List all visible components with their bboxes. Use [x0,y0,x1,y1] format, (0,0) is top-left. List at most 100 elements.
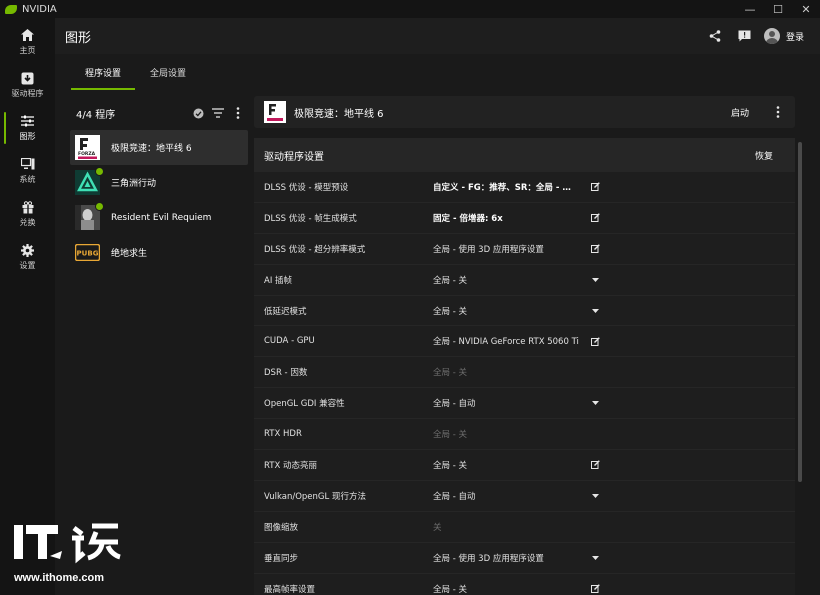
optimize-all-icon[interactable] [188,103,208,123]
watermark-url: www.ithome.com [14,572,105,584]
maximize-button[interactable]: ☐ [764,0,792,18]
setting-value: 全局 - 关 [433,460,467,471]
pubg-game-icon: PUBG [75,240,100,265]
scrollbar-thumb[interactable] [798,142,802,482]
driver-settings-panel: 驱动程序设置 恢复 DLSS 优设 - 模型预设 自定义 - FG：推荐、SR：全… [254,138,795,595]
setting-row[interactable]: OpenGL GDI 兼容性 全局 - 自动 [254,388,795,420]
program-count: 4/4 程序 [76,109,116,121]
setting-label: OpenGL GDI 兼容性 [264,399,345,410]
setting-value: 固定 - 倍增器: 6x [433,213,503,224]
program-name: Resident Evil Requiem [111,212,212,223]
setting-row: DSR - 因数 全局 - 关 [254,357,795,389]
edit-icon[interactable] [590,244,600,254]
window-controls: — ☐ ✕ [736,0,820,18]
selected-game-card: 极限竞速：地平线 6 启动 [254,96,795,128]
close-button[interactable]: ✕ [792,0,820,18]
setting-row: 图像缩放 关 [254,512,795,543]
setting-value: 全局 - 关 [433,368,467,379]
home-icon [21,28,35,42]
driver-settings-header: 驱动程序设置 恢复 [254,138,795,172]
setting-row[interactable]: AI 插帧 全局 - 关 [254,265,795,296]
filter-icon[interactable] [208,103,228,123]
edit-icon[interactable] [590,213,600,223]
setting-row[interactable]: RTX 动态亮丽 全局 - 关 [254,450,795,481]
chevron-down-icon[interactable] [590,306,600,316]
chevron-down-icon[interactable] [590,398,600,408]
edit-icon[interactable] [590,182,600,192]
nav-item-graphics[interactable]: 图形 [0,108,55,148]
nav-item-settings[interactable]: 设置 [0,237,55,277]
tab-global-settings[interactable]: 全局设置 [141,54,195,90]
settings-rows: DLSS 优设 - 模型预设 自定义 - FG：推荐、SR：全局 - 使用 3D … [254,172,795,595]
setting-label: 图像缩放 [264,522,299,533]
driver-settings-title: 驱动程序设置 [264,151,324,163]
nav-item-redeem[interactable]: 兑换 [0,194,55,234]
edit-icon[interactable] [590,336,600,346]
program-item-delta-force[interactable]: 三角洲行动 [70,165,248,200]
program-name: 极限竞速：地平线 6 [111,144,192,154]
program-name: 绝地求生 [111,249,148,259]
setting-label: DLSS 优设 - 超分辨率模式 [264,244,366,255]
setting-row[interactable]: DLSS 优设 - 帧生成模式 固定 - 倍增器: 6x [254,203,795,234]
gear-icon [21,243,35,257]
app-title: NVIDIA [22,3,57,15]
setting-value: 全局 - 关 [433,275,467,286]
tab-bar: 程序设置 全局设置 [55,54,820,90]
setting-label: 最高帧率设置 [264,584,316,595]
setting-value: 全局 - 关 [433,306,467,317]
setting-label: 垂直同步 [264,553,299,564]
tab-program-settings[interactable]: 程序设置 [71,54,135,90]
share-icon[interactable] [704,25,726,47]
optimized-check-icon [95,202,104,211]
setting-label: 低延迟模式 [264,306,307,317]
ithome-logo-icon [14,523,121,564]
nav-item-drivers[interactable]: 驱动程序 [0,65,55,105]
setting-row[interactable]: 最高帧率设置 全局 - 关 [254,574,795,595]
nav-item-system[interactable]: 系统 [0,151,55,191]
forza-game-icon [264,101,286,123]
feedback-icon[interactable] [734,25,756,47]
setting-label: DSR - 因数 [264,368,308,379]
user-avatar-icon[interactable] [763,28,780,44]
more-options-icon[interactable] [771,105,785,119]
program-item-pubg[interactable]: PUBG 绝地求生 [70,235,248,270]
program-name: 三角洲行动 [111,179,157,189]
setting-label: RTX 动态亮丽 [264,460,318,471]
nvidia-logo-icon [5,4,17,14]
chevron-down-icon[interactable] [590,553,600,563]
program-item-resident-evil[interactable]: Resident Evil Requiem [70,200,248,235]
program-list-header: 4/4 程序 [70,96,248,130]
setting-label: AI 插帧 [264,275,293,286]
scrollbar[interactable] [797,138,803,595]
setting-row[interactable]: DLSS 优设 - 模型预设 自定义 - FG：推荐、SR：全局 - 使用 3D … [254,172,795,203]
edit-icon[interactable] [590,460,600,470]
program-item-forza[interactable]: FORZA 极限竞速：地平线 6 [70,130,248,165]
setting-label: RTX HDR [264,429,302,440]
login-button[interactable]: 登录 [786,30,804,43]
chevron-down-icon[interactable] [590,275,600,285]
setting-row[interactable]: Vulkan/OpenGL 现行方法 全局 - 自动 [254,481,795,512]
forza-game-icon: FORZA [75,135,100,160]
page-title: 图形 [65,30,92,46]
gift-icon [21,200,35,214]
system-icon [20,157,35,171]
setting-value: 全局 - 使用 3D 应用程序设置 [433,553,544,564]
setting-row[interactable]: 垂直同步 全局 - 使用 3D 应用程序设置 [254,543,795,574]
selected-game-title: 极限竞速：地平线 6 [294,108,384,120]
restore-button[interactable]: 恢复 [755,149,773,162]
setting-label: CUDA - GPU [264,336,315,347]
more-options-icon[interactable] [228,103,248,123]
title-bar: NVIDIA — ☐ ✕ [0,0,820,18]
sliders-icon [21,114,35,128]
nav-item-home[interactable]: 主页 [0,22,55,62]
minimize-button[interactable]: — [736,0,764,18]
svg-text:FORZA: FORZA [78,151,96,157]
launch-button[interactable]: 启动 [731,106,749,119]
chevron-down-icon[interactable] [590,491,600,501]
setting-label: DLSS 优设 - 模型预设 [264,182,349,193]
setting-label: Vulkan/OpenGL 现行方法 [264,491,366,502]
setting-row[interactable]: DLSS 优设 - 超分辨率模式 全局 - 使用 3D 应用程序设置 [254,234,795,265]
edit-icon[interactable] [590,584,600,594]
setting-row[interactable]: CUDA - GPU 全局 - NVIDIA GeForce RTX 5060 T… [254,326,795,358]
setting-row[interactable]: 低延迟模式 全局 - 关 [254,296,795,327]
